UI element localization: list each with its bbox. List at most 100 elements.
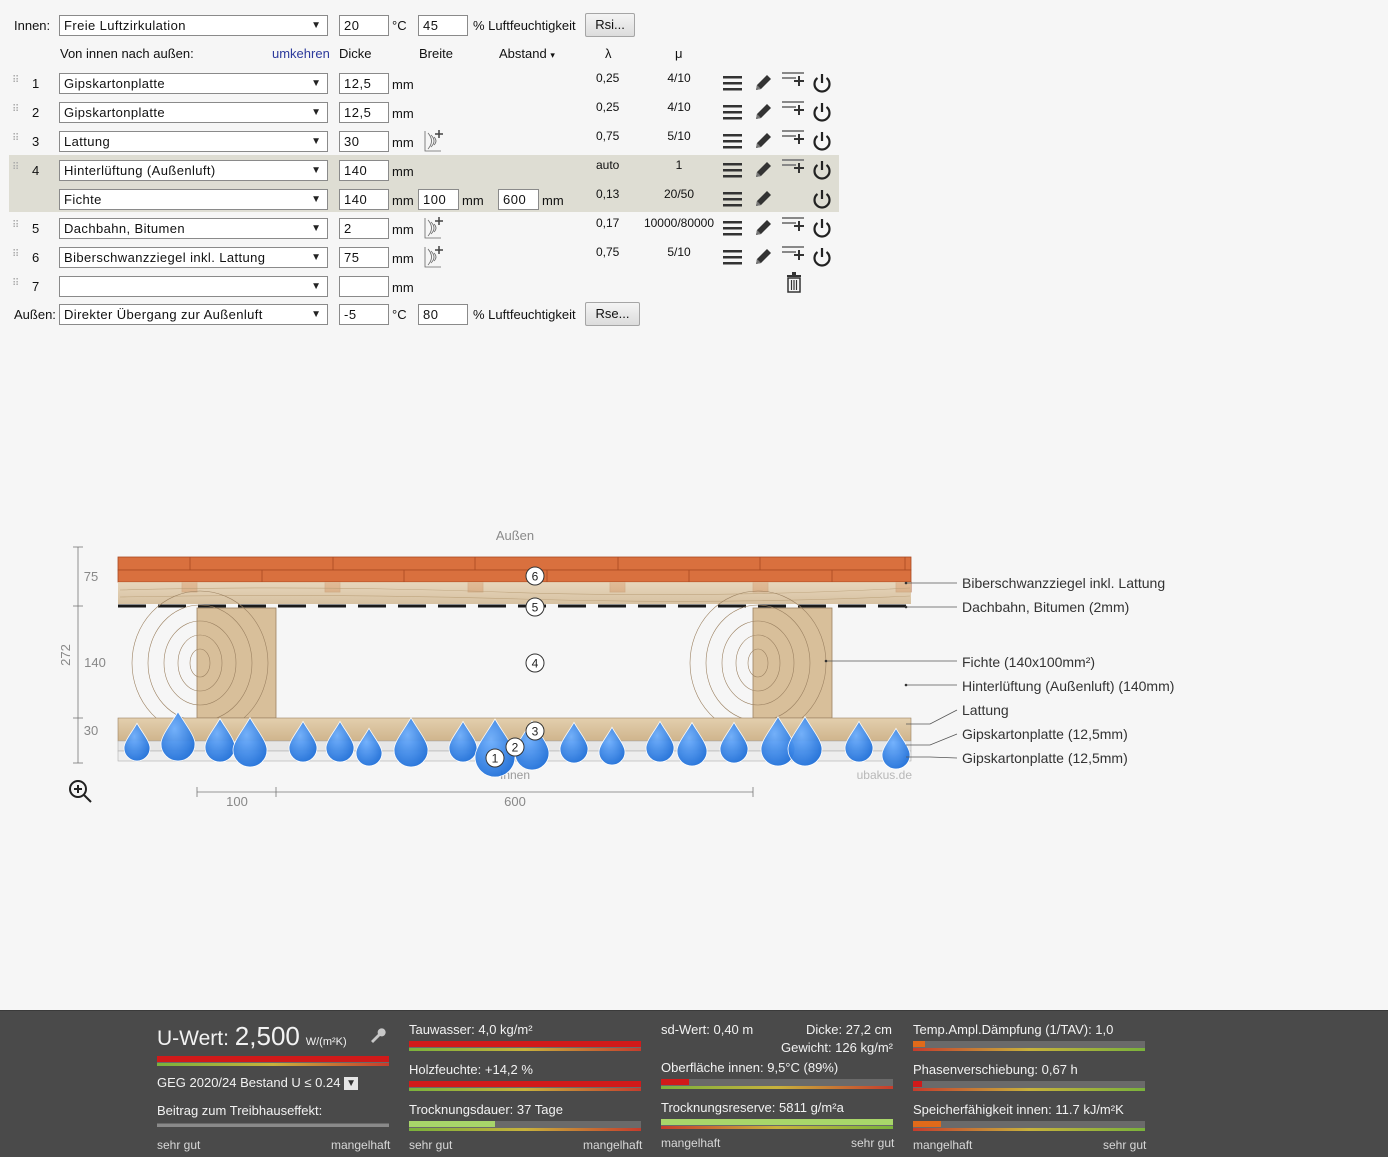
tauwasser-label: Tauwasser: 4,0 kg/m² (409, 1022, 533, 1037)
drag-handle-icon[interactable]: ⠿ (12, 163, 19, 176)
trocknungsdauer-label: Trocknungsdauer: 37 Tage (409, 1102, 563, 1117)
direction-label: Von innen nach außen: (60, 46, 194, 61)
add-inhomogeneous-icon[interactable] (423, 129, 445, 156)
rse-button[interactable]: Rse... (585, 302, 640, 326)
edit-pencil-icon[interactable] (753, 189, 773, 212)
insert-layer-icon[interactable] (782, 71, 806, 94)
layer-4-sub-spacing-input[interactable]: 600 (498, 189, 539, 210)
menu-icon[interactable] (723, 133, 742, 152)
layer-7-material-select[interactable]: ▼ (59, 276, 328, 297)
layer-6-material-select[interactable]: Biberschwanzziegel inkl. Lattung ▼ (59, 247, 328, 268)
scale-good: sehr gut (851, 1136, 895, 1150)
layer-2-material-select[interactable]: Gipskartonplatte ▼ (59, 102, 328, 123)
power-toggle-icon[interactable] (811, 130, 833, 155)
aussen-condition-select[interactable]: Direkter Übergang zur Außenluft ▼ (59, 304, 328, 325)
wrench-icon[interactable] (367, 1025, 387, 1045)
zoom-in-icon[interactable] (69, 780, 92, 803)
thickness-value: Dicke: 27,2 cm (806, 1022, 892, 1037)
edit-pencil-icon[interactable] (753, 131, 773, 154)
menu-icon[interactable] (723, 162, 742, 181)
trash-icon[interactable] (785, 272, 803, 296)
menu-icon[interactable] (723, 104, 742, 123)
power-toggle-icon[interactable] (811, 188, 833, 213)
rafter-right (689, 590, 833, 736)
layer-6-thickness-input[interactable]: 75 (339, 247, 389, 268)
edit-pencil-icon[interactable] (753, 160, 773, 183)
power-toggle-icon[interactable] (811, 101, 833, 126)
layer-marker[interactable]: 1 (485, 748, 505, 768)
layer-4-thickness-input[interactable]: 140 (339, 160, 389, 181)
innen-condition-select[interactable]: Freie Luftzirkulation ▼ (59, 15, 328, 36)
insert-layer-icon[interactable] (782, 216, 806, 239)
aussen-humidity-input[interactable]: 80 (418, 304, 468, 325)
power-toggle-icon[interactable] (811, 217, 833, 242)
drag-handle-icon[interactable]: ⠿ (12, 105, 19, 118)
u-value-label: U-Wert: (157, 1027, 229, 1050)
power-toggle-icon[interactable] (811, 159, 833, 184)
dropdown-arrow-icon[interactable]: ▼ (344, 1077, 359, 1091)
insert-layer-icon[interactable] (782, 100, 806, 123)
layer-4-material-select[interactable]: Hinterlüftung (Außenluft) ▼ (59, 160, 328, 181)
edit-pencil-icon[interactable] (753, 247, 773, 270)
drying-reserve-bar (661, 1119, 893, 1129)
innen-temperature-input[interactable]: 20 (339, 15, 389, 36)
add-inhomogeneous-icon[interactable] (423, 245, 445, 272)
rafter-left (131, 590, 277, 736)
col-abstand[interactable]: Abstand ▾ (499, 46, 555, 61)
rsi-button[interactable]: Rsi... (585, 13, 635, 37)
layer-marker[interactable]: 4 (525, 653, 545, 673)
edit-pencil-icon[interactable] (753, 73, 773, 96)
menu-icon[interactable] (723, 220, 742, 239)
chevron-down-icon: ▼ (311, 136, 321, 147)
layer-3-material-select[interactable]: Lattung ▼ (59, 131, 328, 152)
aussen-temperature-input[interactable]: -5 (339, 304, 389, 325)
scale-gradient (409, 1088, 641, 1091)
edit-pencil-icon[interactable] (753, 102, 773, 125)
holzfeuchte-bar (409, 1081, 641, 1091)
chevron-down-icon: ▼ (311, 309, 321, 320)
innen-humidity-input[interactable]: 45 (418, 15, 468, 36)
construction-drawing: Außen Innen ubakus.de 123456 272 75 140 … (58, 528, 1174, 809)
drag-handle-icon[interactable]: ⠿ (12, 134, 19, 147)
power-toggle-icon[interactable] (811, 72, 833, 97)
humidity-label: % Luftfeuchtigkeit (473, 18, 576, 33)
material-value: Fichte (64, 192, 102, 207)
scale-gradient (409, 1128, 641, 1131)
drag-handle-icon[interactable]: ⠿ (12, 221, 19, 234)
temp-amplitude-label: Temp.Ampl.Dämpfung (1/TAV): 1,0 (913, 1022, 1114, 1037)
reverse-link[interactable]: umkehren (272, 46, 330, 61)
layer-marker[interactable]: 2 (505, 737, 525, 757)
layer-marker[interactable]: 6 (525, 566, 545, 586)
insert-layer-icon[interactable] (782, 129, 806, 152)
col-mu: μ (675, 46, 683, 61)
insert-layer-icon[interactable] (782, 245, 806, 268)
layer-marker[interactable]: 3 (525, 721, 545, 741)
add-inhomogeneous-icon[interactable] (423, 216, 445, 243)
lambda-value: auto (596, 158, 620, 172)
aussen-label: Außen: (14, 307, 56, 322)
layer-5-thickness-input[interactable]: 2 (339, 218, 389, 239)
layer-5-material-select[interactable]: Dachbahn, Bitumen ▼ (59, 218, 328, 239)
drag-handle-icon[interactable]: ⠿ (12, 76, 19, 89)
lambda-value: 0,25 (596, 100, 620, 114)
menu-icon[interactable] (723, 75, 742, 94)
layer-4-sub-thickness-input[interactable]: 140 (339, 189, 389, 210)
layer-1-material-select[interactable]: Gipskartonplatte ▼ (59, 73, 328, 94)
menu-icon[interactable] (723, 191, 742, 210)
menu-icon[interactable] (723, 249, 742, 268)
layer-4-sub-material-select[interactable]: Fichte ▼ (59, 189, 328, 210)
power-toggle-icon[interactable] (811, 246, 833, 271)
layer-3-thickness-input[interactable]: 30 (339, 131, 389, 152)
layer-4-sub-width-input[interactable]: 100 (418, 189, 459, 210)
callout-label: Hinterlüftung (Außenluft) (140mm) (962, 678, 1174, 694)
drag-handle-icon[interactable]: ⠿ (12, 250, 19, 263)
insert-layer-icon[interactable] (782, 158, 806, 181)
layer-1-thickness-input[interactable]: 12,5 (339, 73, 389, 94)
geg-requirement[interactable]: GEG 2020/24 Bestand U ≤ 0.24 ▼ (157, 1075, 359, 1091)
layer-2-thickness-input[interactable]: 12,5 (339, 102, 389, 123)
heat-storage-label: Speicherfähigkeit innen: 11.7 kJ/m²K (913, 1102, 1124, 1117)
layer-marker[interactable]: 5 (525, 597, 545, 617)
edit-pencil-icon[interactable] (753, 218, 773, 241)
layer-7-thickness-input[interactable] (339, 276, 389, 297)
drag-handle-icon[interactable]: ⠿ (12, 279, 19, 292)
